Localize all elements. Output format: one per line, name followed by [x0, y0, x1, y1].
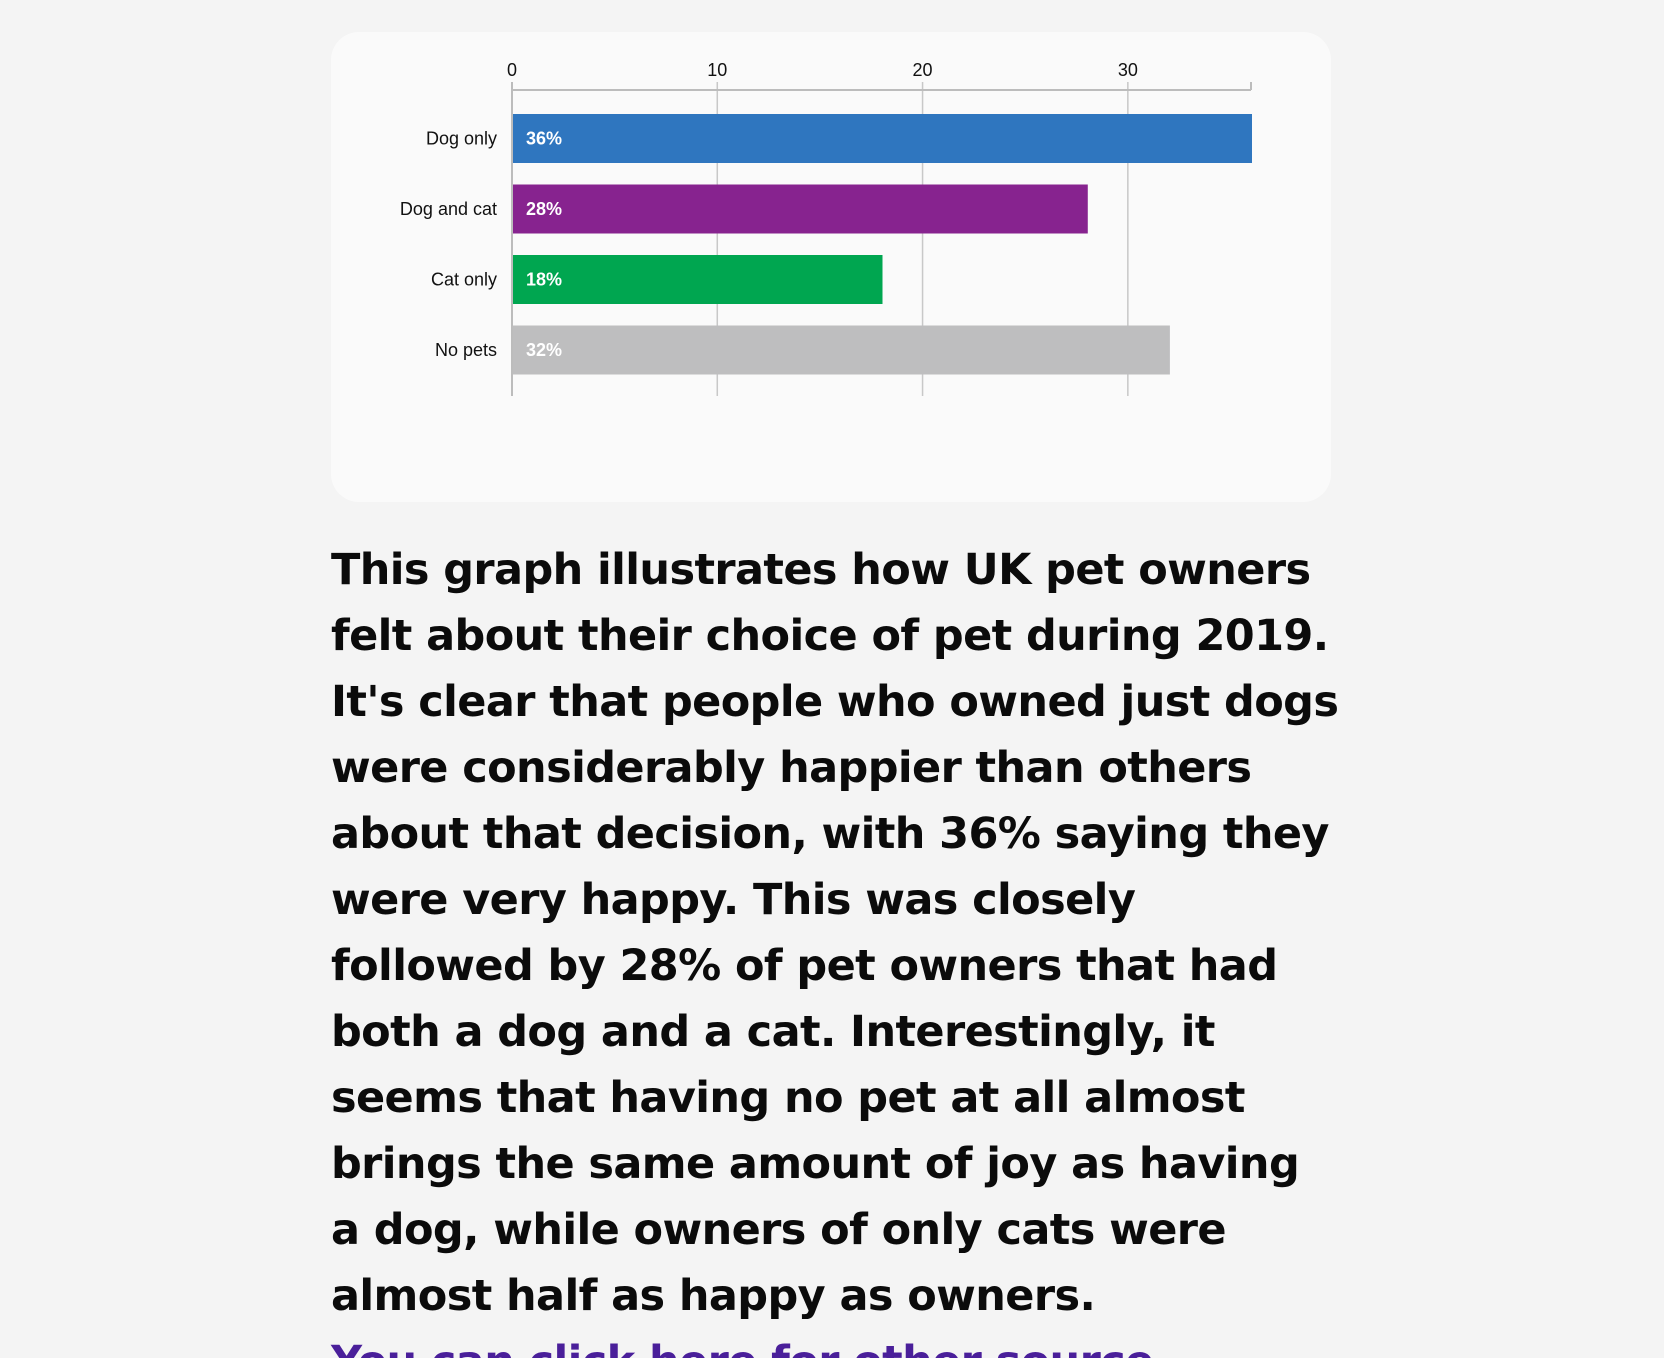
bar-value-label-dog-and-cat: 28%	[526, 199, 562, 219]
category-label-cat-only: Cat only	[431, 270, 497, 290]
category-label-no-pets: No pets	[435, 340, 497, 360]
bar-dog-and-cat	[513, 184, 1088, 234]
x-tick-label-10: 10	[707, 60, 727, 80]
bar-value-label-dog-only: 36%	[526, 129, 562, 149]
x-tick-label-30: 30	[1118, 60, 1138, 80]
bar-value-label-cat-only: 18%	[526, 270, 562, 290]
chart-description: This graph illustrates how UK pet owners…	[331, 537, 1341, 1358]
bar-cat-only	[513, 255, 883, 304]
bar-dog-only	[513, 114, 1252, 163]
other-source-link[interactable]: You can click here for other source	[331, 1337, 1154, 1358]
bar-chart: 0 10 20 30 Dog only 36% Dog and cat 28% Cat only…	[400, 60, 1252, 396]
chart-card: 0 10 20 30 Dog only 36% Dog and cat 28% Cat only…	[331, 32, 1331, 502]
category-label-dog-only: Dog only	[426, 129, 497, 149]
x-tick-label-0: 0	[507, 60, 517, 80]
description-text: This graph illustrates how UK pet owners…	[331, 545, 1339, 1321]
x-tick-label-20: 20	[913, 60, 933, 80]
bar-no-pets	[513, 325, 1170, 375]
category-label-dog-and-cat: Dog and cat	[400, 199, 497, 219]
bar-value-label-no-pets: 32%	[526, 340, 562, 360]
